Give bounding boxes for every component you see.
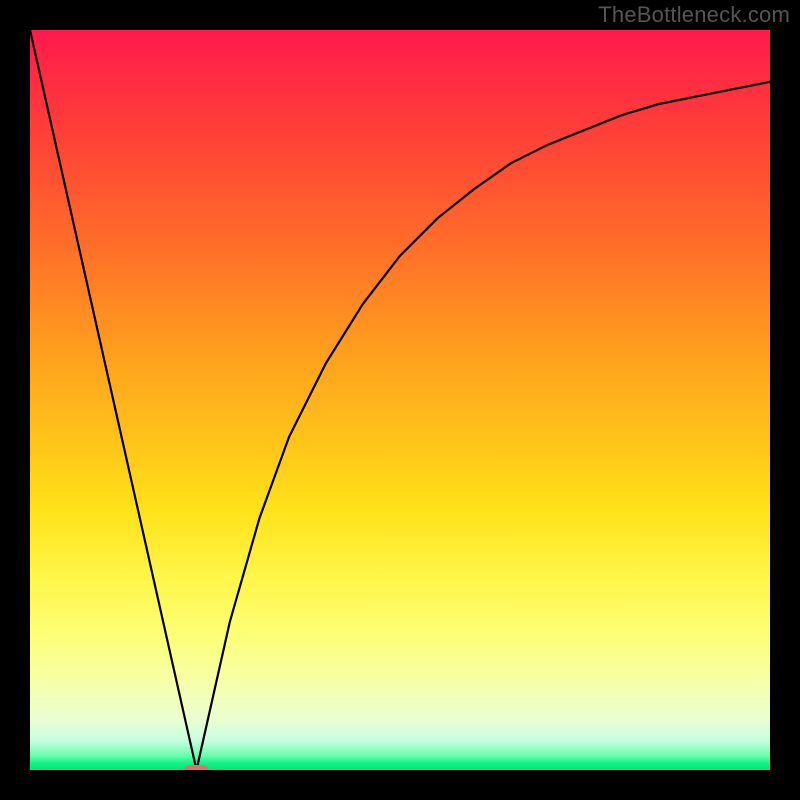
chart-container: TheBottleneck.com [0, 0, 800, 800]
watermark-text: TheBottleneck.com [598, 2, 790, 28]
plot-area [30, 30, 770, 770]
gradient-background [30, 30, 770, 770]
